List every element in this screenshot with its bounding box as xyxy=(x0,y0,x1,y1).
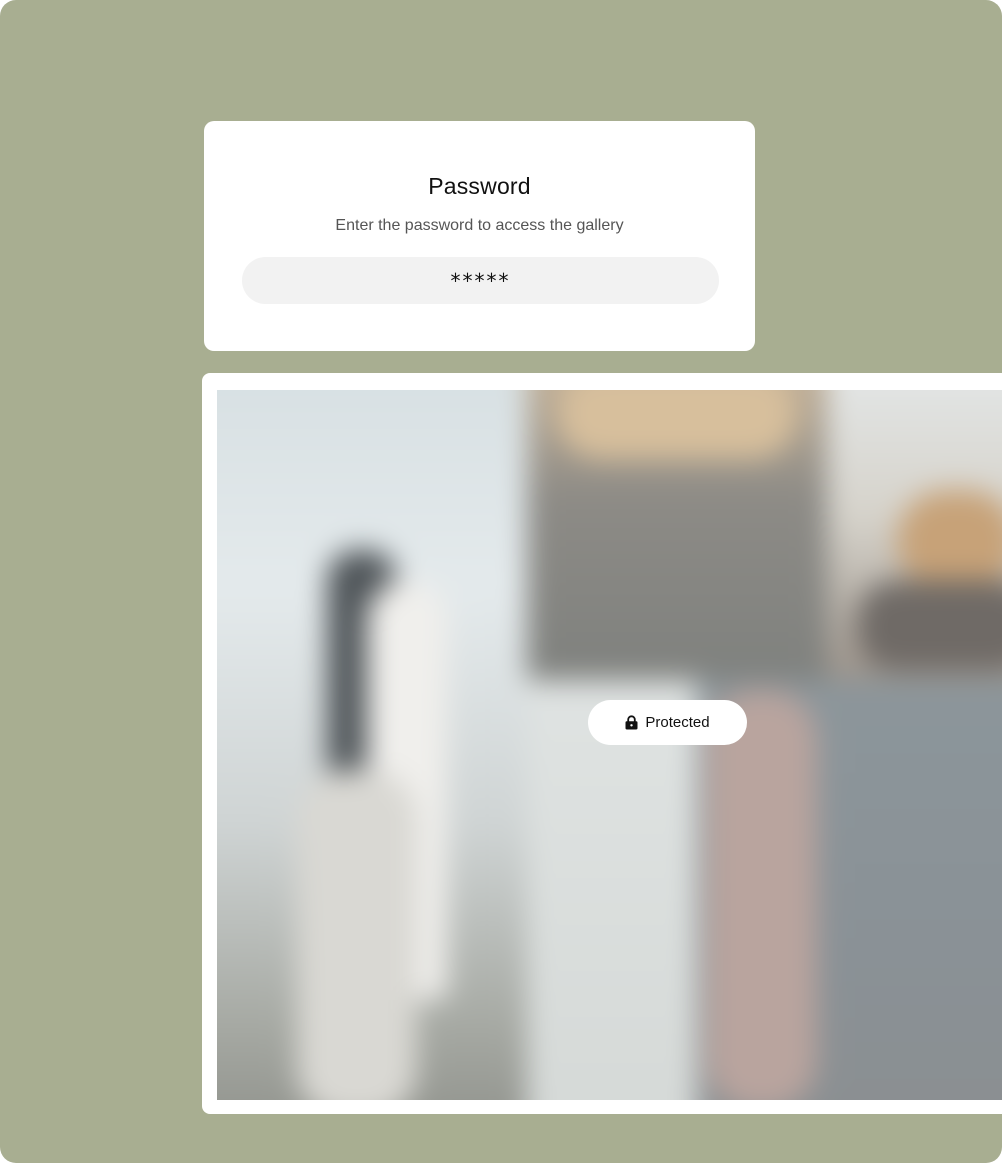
lock-icon xyxy=(625,715,638,730)
password-subtitle: Enter the password to access the gallery xyxy=(335,217,624,234)
protected-badge: Protected xyxy=(588,700,747,745)
blurred-photo-collage xyxy=(217,390,1002,1100)
protected-label: Protected xyxy=(645,714,710,731)
password-card: Password Enter the password to access th… xyxy=(204,121,755,351)
blurred-gallery-preview xyxy=(217,390,1002,1100)
password-input[interactable] xyxy=(242,257,719,304)
password-title: Password xyxy=(428,173,531,199)
page-background: Password Enter the password to access th… xyxy=(0,0,1002,1163)
